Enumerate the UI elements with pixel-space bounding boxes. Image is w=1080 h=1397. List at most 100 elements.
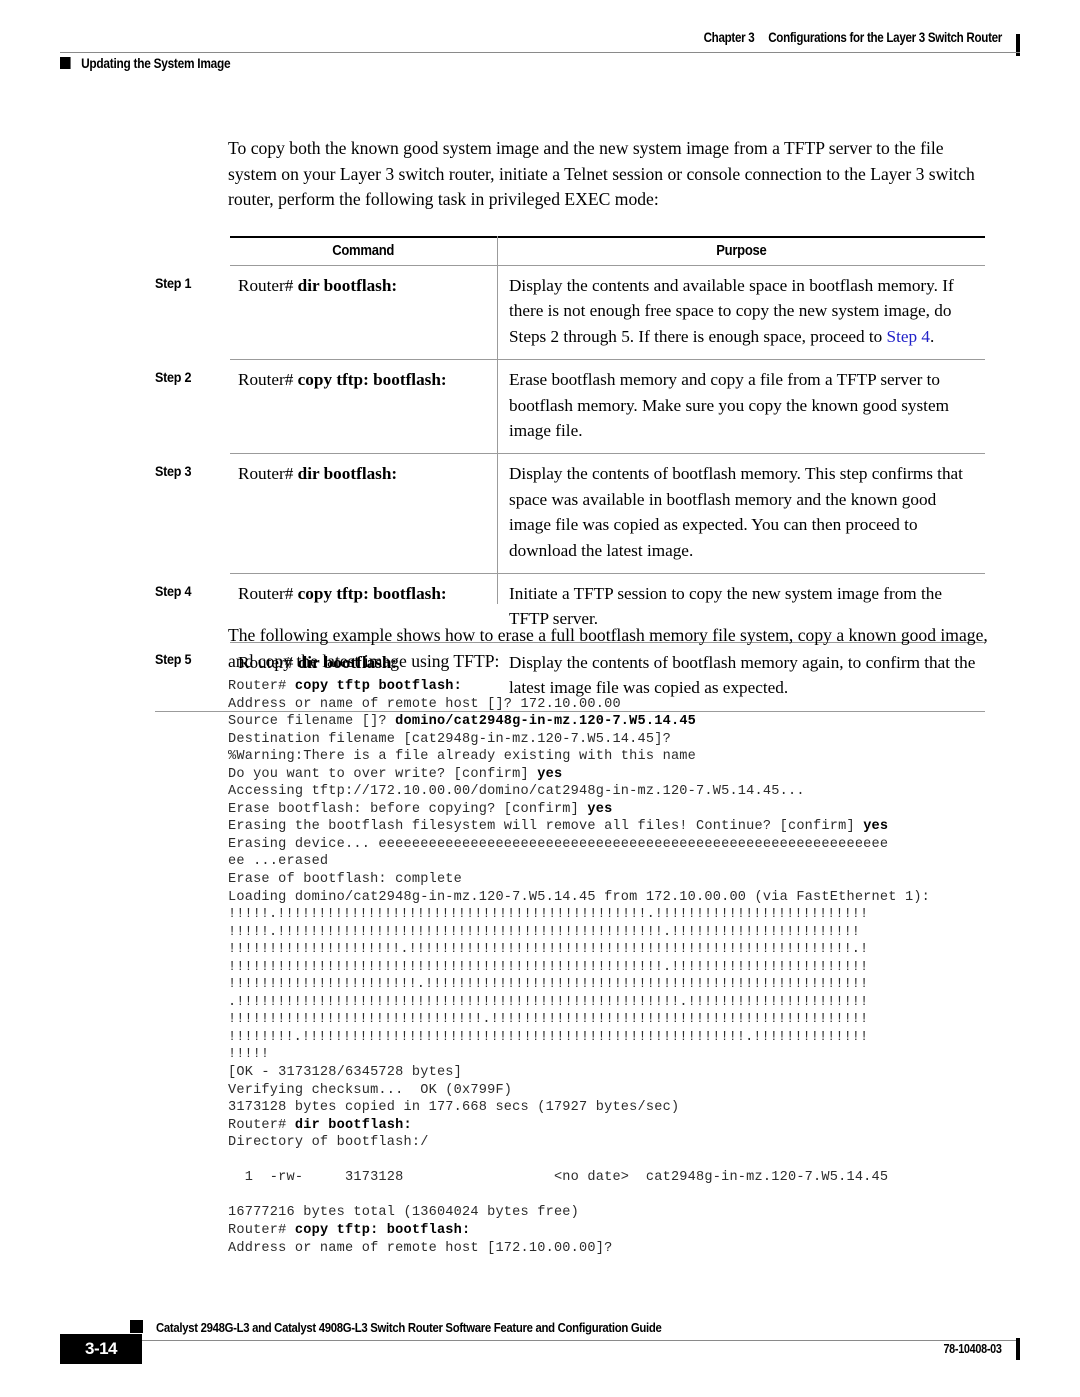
code-line: Do you want to over write? [confirm] yes [228, 766, 1008, 784]
header-chapter-info: Chapter 3 Configurations for the Layer 3 … [704, 30, 1003, 45]
header-section-title-wrap: Updating the System Image [60, 56, 231, 71]
code-text: %Warning:There is a file already existin… [228, 749, 697, 765]
intro-section: To copy both the known good system image… [228, 136, 983, 213]
footer-end-bar [1016, 1338, 1020, 1360]
code-line: Verifying checksum... OK (0x799F) [228, 1082, 1008, 1100]
code-line: !!!!!!!!!!!!!!!!!!!!!!!.!!!!!!!!!!!!!!!!… [228, 976, 1008, 994]
code-line: Erase bootflash: before copying? [confir… [228, 801, 1008, 819]
code-text: Loading domino/cat2948g-in-mz.120-7.W5.1… [228, 889, 931, 905]
code-text: ee ...erased [228, 854, 329, 870]
step-purpose: Display the contents and available space… [509, 276, 954, 346]
code-line: Source filename []? domino/cat2948g-in-m… [228, 713, 1008, 731]
step-label: Step 4 [155, 582, 192, 599]
code-line: Erasing the bootflash filesystem will re… [228, 818, 1008, 836]
table-header-purpose: Purpose [497, 236, 985, 266]
header-chapter-title: Configurations for the Layer 3 Switch Ro… [768, 30, 1002, 45]
step-label: Step 2 [155, 368, 192, 385]
code-emphasis: yes [587, 801, 613, 817]
header-rule [60, 52, 1020, 53]
code-text: Erase of bootflash: complete [228, 872, 463, 888]
code-line: Accessing tftp://172.10.00.00/domino/cat… [228, 783, 1008, 801]
table-header-command: Command [230, 236, 497, 266]
code-emphasis: yes [863, 819, 889, 835]
step4-crossref-link[interactable]: Step 4 [887, 327, 930, 346]
code-emphasis: yes [537, 766, 563, 782]
code-text: Router# [228, 1117, 295, 1133]
step-purpose: Erase bootflash memory and copy a file f… [497, 359, 985, 454]
code-line: Destination filename [cat2948g-in-mz.120… [228, 731, 1008, 749]
code-line: !!!!!.!!!!!!!!!!!!!!!!!!!!!!!!!!!!!!!!!!… [228, 924, 1008, 942]
code-line: Erase of bootflash: complete [228, 871, 1008, 889]
step-label: Step 1 [155, 274, 192, 291]
code-line: !!!!!!!!!!!!!!!!!!!!!!!!!!!!!!!!!!!!!!!!… [228, 959, 1008, 977]
footer-bullet-square-icon [130, 1320, 143, 1333]
code-line: Directory of bootflash:/ [228, 1134, 1008, 1152]
code-text: !!!!!!!!!!!!!!!!!!!!!!!.!!!!!!!!!!!!!!!!… [228, 977, 869, 993]
step-command: Router# copy tftp: bootflash: [230, 359, 497, 454]
step-command: Router# dir bootflash: [238, 276, 398, 295]
code-text: Directory of bootflash:/ [228, 1135, 429, 1151]
intro-paragraph: To copy both the known good system image… [228, 138, 975, 210]
code-text: !!!!!.!!!!!!!!!!!!!!!!!!!!!!!!!!!!!!!!!!… [228, 907, 869, 923]
code-line: Router# copy tftp: bootflash: [228, 1222, 1008, 1240]
code-line: Loading domino/cat2948g-in-mz.120-7.W5.1… [228, 889, 1008, 907]
cli-example-code-block: Router# copy tftp bootflash: Address or n… [228, 678, 1008, 1257]
code-line: !!!!! [228, 1046, 1008, 1064]
bullet-square-icon [60, 57, 71, 69]
code-line: Router# copy tftp bootflash: [228, 678, 1008, 696]
step-purpose: Display the contents of bootflash memory… [497, 453, 985, 574]
code-line: !!!!!.!!!!!!!!!!!!!!!!!!!!!!!!!!!!!!!!!!… [228, 906, 1008, 924]
code-text: !!!!!.!!!!!!!!!!!!!!!!!!!!!!!!!!!!!!!!!!… [228, 924, 860, 940]
page-footer: Catalyst 2948G-L3 and Catalyst 4908G-L3 … [60, 1320, 1020, 1380]
code-text: !!!!!!!!.!!!!!!!!!!!!!!!!!!!!!!!!!!!!!!!… [228, 1029, 869, 1045]
code-line: !!!!!!!!!!!!!!!!!!!!!.!!!!!!!!!!!!!!!!!!… [228, 941, 1008, 959]
code-text: !!!!!!!!!!!!!!!!!!!!!!!!!!!!!!!.!!!!!!!!… [228, 1012, 869, 1028]
table-row: Step 2 Router# copy tftp: bootflash: Era… [155, 359, 985, 454]
footer-document-title: Catalyst 2948G-L3 and Catalyst 4908G-L3 … [156, 1320, 662, 1335]
table-row: Step 1 Router# dir bootflash: Display th… [155, 266, 985, 360]
table-header-row: Command Purpose [155, 236, 985, 266]
code-text: Erasing device... eeeeeeeeeeeeeeeeeeeeee… [228, 836, 889, 852]
footer-page-number: 3-14 [60, 1334, 142, 1364]
code-text: 1 -rw- 3173128 <no date> cat2948g-in-mz.… [228, 1170, 889, 1186]
code-text: Address or name of remote host [172.10.0… [228, 1240, 613, 1256]
code-text: Router# [228, 679, 295, 694]
code-emphasis: domino/cat2948g-in-mz.120-7.W5.14.45 [395, 714, 697, 730]
code-text: !!!!! [228, 1047, 270, 1063]
code-text: .!!!!!!!!!!!!!!!!!!!!!!!!!!!!!!!!!!!!!!!… [228, 994, 869, 1010]
code-text: Do you want to over write? [confirm] [228, 766, 538, 782]
step-command: Router# dir bootflash: [230, 453, 497, 574]
code-text: 16777216 bytes total (13604024 bytes fre… [228, 1205, 580, 1221]
code-text: 3173128 bytes copied in 177.668 secs (17… [228, 1100, 680, 1116]
code-line: ee ...erased [228, 853, 1008, 871]
code-text: Source filename []? [228, 714, 396, 730]
header-section-title: Updating the System Image [81, 56, 231, 71]
code-emphasis: dir bootflash: [294, 1117, 412, 1133]
code-text: Erasing the bootflash filesystem will re… [228, 819, 864, 835]
table-header-step [155, 237, 230, 266]
code-text: [OK - 3173128/6345728 bytes] [228, 1065, 463, 1081]
code-line: 1 -rw- 3173128 <no date> cat2948g-in-mz.… [228, 1169, 1008, 1187]
code-line: !!!!!!!!.!!!!!!!!!!!!!!!!!!!!!!!!!!!!!!!… [228, 1029, 1008, 1047]
code-emphasis: copy tftp bootflash: [294, 679, 463, 694]
code-emphasis: copy tftp: bootflash: [294, 1222, 471, 1238]
code-text: !!!!!!!!!!!!!!!!!!!!!!!!!!!!!!!!!!!!!!!!… [228, 959, 869, 975]
table-column-divider [497, 236, 498, 604]
code-text: Verifying checksum... OK (0x799F) [228, 1082, 513, 1098]
code-line: .!!!!!!!!!!!!!!!!!!!!!!!!!!!!!!!!!!!!!!!… [228, 994, 1008, 1012]
code-line: [OK - 3173128/6345728 bytes] [228, 1064, 1008, 1082]
code-line: Erasing device... eeeeeeeeeeeeeeeeeeeeee… [228, 836, 1008, 854]
code-line: 16777216 bytes total (13604024 bytes fre… [228, 1204, 1008, 1222]
page-header: Chapter 3 Configurations for the Layer 3 … [60, 30, 1020, 82]
code-line: %Warning:There is a file already existin… [228, 748, 1008, 766]
footer-doc-number: 78-10408-03 [943, 1342, 1002, 1356]
code-line: Address or name of remote host []? 172.1… [228, 696, 1008, 714]
code-line: Router# dir bootflash: [228, 1117, 1008, 1135]
code-line: Address or name of remote host [172.10.0… [228, 1240, 1008, 1258]
code-text: Address or name of remote host []? 172.1… [228, 696, 621, 712]
code-line: !!!!!!!!!!!!!!!!!!!!!!!!!!!!!!!.!!!!!!!!… [228, 1011, 1008, 1029]
footer-rule [130, 1340, 1020, 1341]
step-label: Step 3 [155, 462, 192, 479]
example-paragraph: The following example shows how to erase… [228, 625, 988, 671]
